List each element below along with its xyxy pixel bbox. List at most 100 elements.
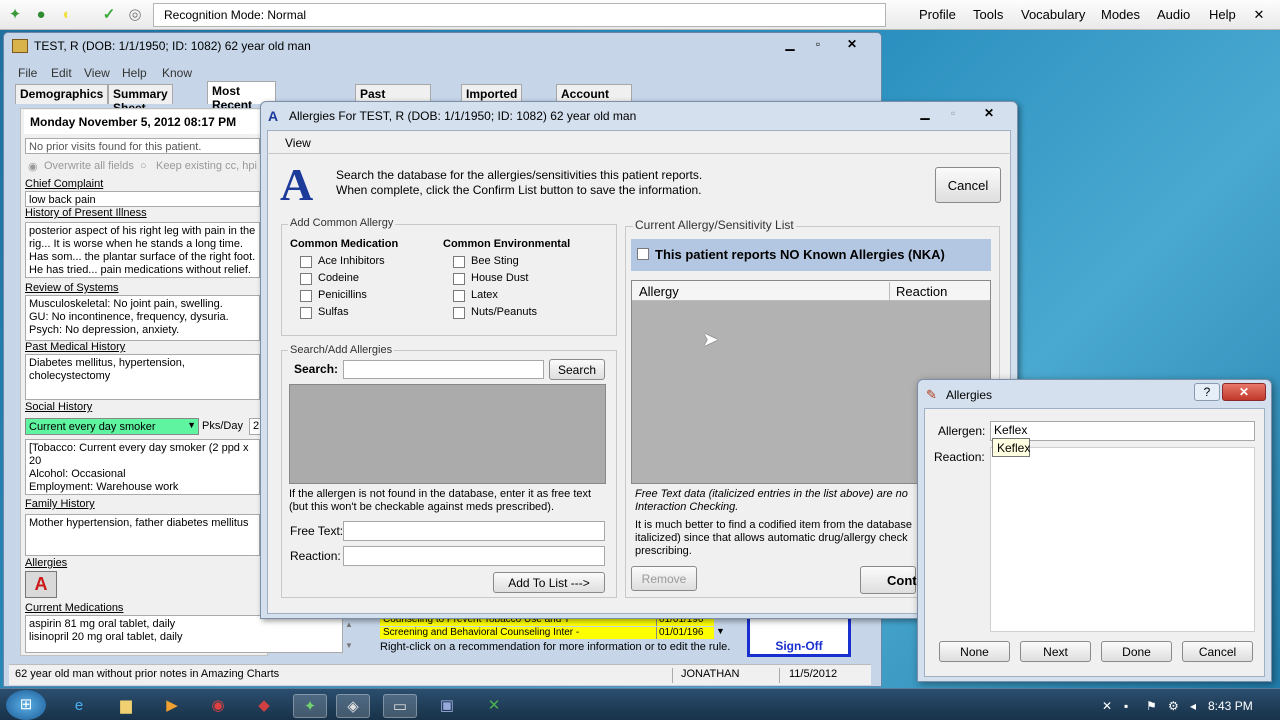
allergies-button[interactable]: A [25,571,57,598]
monitor-icon[interactable]: ▣ [430,694,464,718]
amazing-charts-icon[interactable]: ◈ [336,694,370,718]
internet-explorer-icon[interactable]: e [62,694,96,718]
next-button[interactable]: Next [1020,641,1091,662]
dragon-icon[interactable]: ✦ [6,6,24,24]
pmh-field[interactable]: Diabetes mellitus, hypertension, cholecy… [25,354,260,400]
media-player-icon[interactable]: ▶ [155,694,189,718]
status-text: 62 year old man without prior notes in A… [15,668,280,680]
maximize-button[interactable]: ▫ [804,35,832,53]
microphone-icon[interactable]: ● [32,6,50,24]
tab-demographics[interactable]: Demographics [15,84,109,104]
checkbox-latex[interactable] [453,290,465,302]
window-icon[interactable]: ▭ [383,694,417,718]
chief-complaint-field[interactable]: low back pain [25,191,260,207]
dictation-toolbar: ✦ ● ◐ ✓ ◎ Recognition Mode: Normal Profi… [0,0,1280,30]
scroll-down-icon[interactable]: ▼ [345,641,353,650]
instruction-line: When complete, click the Confirm List bu… [336,183,702,197]
overwrite-radio[interactable]: ◉ [28,160,38,173]
menu-know[interactable]: Know [162,66,192,80]
smoker-select[interactable]: Current every day smoker ▼ [25,418,199,435]
better-note: prescribing. [635,545,692,557]
close-button[interactable]: ✕ [975,104,1003,122]
column-reaction[interactable]: Reaction [896,284,947,299]
search-button[interactable]: Search [549,359,605,380]
remove-button[interactable]: Remove [631,566,697,591]
reaction-label: Reaction: [934,450,985,464]
hpi-field[interactable]: posterior aspect of his right leg with p… [25,222,260,278]
sign-off-button[interactable]: Sign-Off [747,614,851,657]
checkbox-ace-inhibitors[interactable] [300,256,312,268]
search-results-list[interactable] [289,384,606,484]
cancel-button[interactable]: Cancel [1182,641,1253,662]
column-allergy[interactable]: Allergy [639,284,679,299]
social-line: [Tobacco: Current every day smoker (2 pp… [29,442,249,467]
tab-summary-sheet[interactable]: Summary Sheet [108,84,173,115]
checkbox-sulfas[interactable] [300,307,312,319]
cancel-button[interactable]: Cancel [935,167,1001,203]
current-medications-field[interactable]: aspirin 81 mg oral tablet, daily lisinop… [25,615,343,653]
family-history-field[interactable]: Mother hypertension, father diabetes mel… [25,514,260,556]
checkbox-nuts-peanuts[interactable] [453,307,465,319]
reaction-input[interactable] [343,546,605,566]
folder-icon[interactable]: ▆ [109,694,143,718]
network-icon[interactable]: ▪ [1124,699,1128,713]
allergy-feather-icon: ✎ [926,387,937,402]
minimize-button[interactable]: ▁ [776,35,804,53]
checkmark-icon[interactable]: ✓ [100,6,118,24]
dialog-title: Allergies For TEST, R (DOB: 1/1/1950; ID… [289,109,637,123]
checkbox-penicillins[interactable] [300,290,312,302]
free-text-input[interactable] [343,521,605,541]
app-icon[interactable]: ◆ [247,694,281,718]
menu-view[interactable]: View [285,136,311,150]
encounter-date: Monday November 5, 2012 08:17 PM [24,110,264,134]
add-to-list-button[interactable]: Add To List ---> [493,572,605,593]
social-history-field[interactable]: [Tobacco: Current every day smoker (2 pp… [25,439,260,495]
reaction-textarea[interactable] [990,447,1255,632]
checkbox-house-dust[interactable] [453,273,465,285]
confirm-list-button[interactable]: Cont [860,566,917,594]
checkbox-codeine[interactable] [300,273,312,285]
status-divider [779,668,780,683]
menu-vocabulary[interactable]: Vocabulary [1021,7,1085,22]
close-button[interactable]: ✕ [838,35,866,53]
recognition-mode-field[interactable]: Recognition Mode: Normal [153,3,886,27]
excel-icon[interactable]: ✕ [477,694,511,718]
recommendation-row[interactable]: Screening and Behavioral Counseling Inte… [380,627,656,639]
volume-icon[interactable]: ◂ [1190,699,1196,713]
menu-modes[interactable]: Modes [1101,7,1140,22]
autocomplete-suggestion[interactable]: Keflex [992,438,1030,457]
scroll-up-icon[interactable]: ▲ [345,620,353,629]
help-button[interactable]: ? [1194,383,1220,401]
start-button[interactable]: ⊞ [6,690,46,720]
checkbox-nka[interactable] [637,248,649,260]
menu-edit[interactable]: Edit [51,66,72,80]
menu-help[interactable]: Help [1209,7,1236,22]
recommendation-date: 01/01/196 [656,627,714,639]
menu-file[interactable]: File [18,66,37,80]
search-input[interactable] [343,360,544,379]
flag-icon[interactable]: ⚑ [1146,699,1157,713]
menu-audio[interactable]: Audio [1157,7,1190,22]
free-text-note: If the allergen is not found in the data… [289,488,592,500]
chevron-down-icon[interactable]: ▼ [716,626,725,636]
gear-icon[interactable]: ⚙ [1168,699,1179,713]
menu-tools[interactable]: Tools [973,7,1003,22]
mode-icon[interactable]: ◎ [126,6,144,24]
ros-field[interactable]: Musculoskeletal: No joint pain, swelling… [25,295,260,341]
none-button[interactable]: None [939,641,1010,662]
close-icon[interactable]: ✕ [1250,6,1268,24]
checkbox-bee-sting[interactable] [453,256,465,268]
pmh-label: Past Medical History [25,341,126,353]
family-history-label: Family History [25,498,95,510]
chrome-icon[interactable]: ◉ [201,694,235,718]
menu-help[interactable]: Help [122,66,147,80]
dragon-taskbar-icon[interactable]: ✦ [293,694,327,718]
keep-radio[interactable]: ○ [140,160,147,172]
close-button[interactable]: ✕ [1222,383,1266,401]
minimize-button[interactable]: ▁ [911,104,939,122]
menu-view[interactable]: View [84,66,110,80]
done-button[interactable]: Done [1101,641,1172,662]
menu-profile[interactable]: Profile [919,7,956,22]
tray-icon[interactable]: ✕ [1102,699,1112,713]
clock[interactable]: 8:43 PM [1208,699,1253,713]
